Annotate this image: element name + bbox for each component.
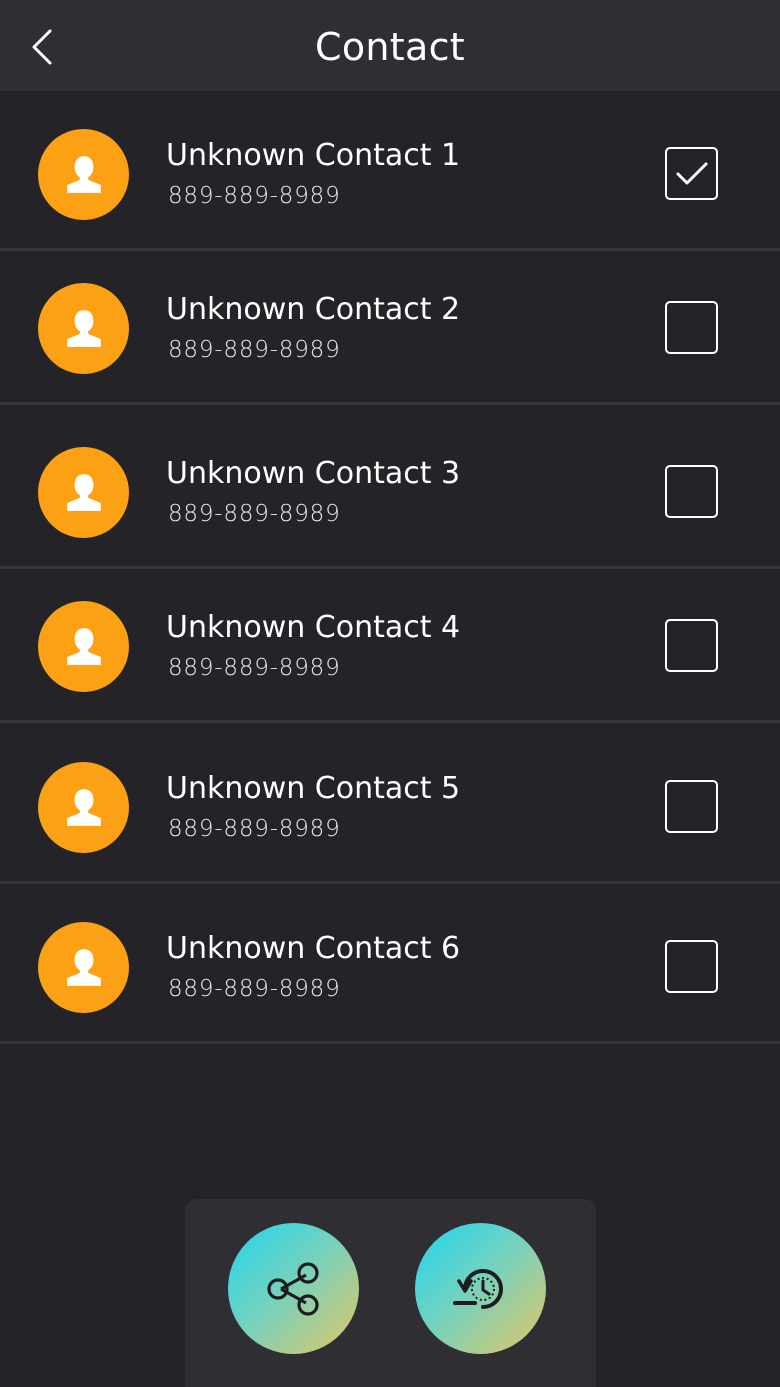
action-bar [185, 1199, 596, 1387]
page-title: Contact [315, 25, 465, 69]
contact-name: Unknown Contact 4 [166, 610, 461, 645]
contact-name: Unknown Contact 2 [166, 292, 461, 327]
contact-name: Unknown Contact 5 [166, 771, 461, 806]
avatar [38, 762, 129, 853]
share-icon [266, 1261, 319, 1316]
contact-name: Unknown Contact 6 [166, 931, 461, 966]
contact-row[interactable]: Unknown Contact 6 889-889-8989 [0, 884, 780, 1044]
person-icon [66, 309, 101, 347]
contact-phone: 889-889-8989 [168, 655, 341, 681]
restore-button[interactable] [415, 1223, 546, 1354]
avatar [38, 601, 129, 692]
contact-row[interactable]: Unknown Contact 5 889-889-8989 [0, 723, 780, 884]
contact-checkbox[interactable] [665, 940, 718, 993]
contact-checkbox[interactable] [665, 780, 718, 833]
avatar [38, 447, 129, 538]
contact-phone: 889-889-8989 [168, 183, 341, 209]
contact-checkbox[interactable] [665, 147, 718, 200]
person-icon [66, 788, 101, 826]
contact-phone: 889-889-8989 [168, 816, 341, 842]
contact-checkbox[interactable] [665, 619, 718, 672]
avatar [38, 922, 129, 1013]
contact-checkbox[interactable] [665, 465, 718, 518]
contact-name: Unknown Contact 1 [166, 138, 461, 173]
avatar [38, 129, 129, 220]
checkmark-icon [676, 162, 707, 184]
app-header: Contact [0, 0, 780, 91]
contact-checkbox[interactable] [665, 301, 718, 354]
contact-row[interactable]: Unknown Contact 1 889-889-8989 [0, 91, 780, 251]
avatar [38, 283, 129, 374]
person-icon [66, 627, 101, 665]
contact-phone: 889-889-8989 [168, 337, 341, 363]
contact-row[interactable]: Unknown Contact 4 889-889-8989 [0, 569, 780, 723]
share-button[interactable] [228, 1223, 359, 1354]
contact-row[interactable]: Unknown Contact 2 889-889-8989 [0, 251, 780, 405]
contact-name: Unknown Contact 3 [166, 456, 461, 491]
restore-icon [452, 1268, 503, 1309]
person-icon [66, 155, 101, 193]
contact-phone: 889-889-8989 [168, 501, 341, 527]
person-icon [66, 473, 101, 511]
person-icon [66, 948, 101, 986]
contact-phone: 889-889-8989 [168, 976, 341, 1002]
contact-row[interactable]: Unknown Contact 3 889-889-8989 [0, 405, 780, 569]
